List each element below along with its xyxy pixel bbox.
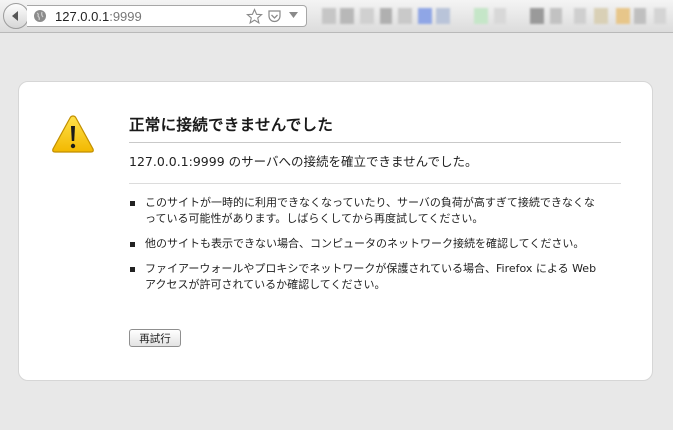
bullet [130,267,135,272]
dropmarker-icon[interactable] [289,12,298,19]
suggestion-text: このサイトが一時的に利用できなくなっていたり、サーバの負荷が高すぎて接続できなく… [145,196,595,225]
blurred-bookmarks [318,6,673,28]
suggestion-text: ファイアーウォールやプロキシでネットワークが保護されている場合、Firefox … [145,262,597,291]
globe-icon [34,10,46,22]
error-title: 正常に接続できませんでした [129,113,621,143]
suggestion-list: このサイトが一時的に利用できなくなっていたり、サーバの負荷が高すぎて接続できなく… [129,195,599,302]
retry-button[interactable]: 再試行 [129,329,181,347]
list-item: 他のサイトも表示できない場合、コンピュータのネットワーク接続を確認してください。 [129,236,599,252]
url-text: 127.0.0.1:9999 [55,9,142,24]
url-host: 127.0.0.1 [55,9,110,24]
suggestion-text: 他のサイトも表示できない場合、コンピュータのネットワーク接続を確認してください。 [145,237,585,250]
bullet [130,201,135,206]
divider [129,183,621,184]
bookmark-star-icon[interactable] [246,8,263,25]
back-arrow-icon [12,11,18,21]
back-button[interactable] [3,3,29,29]
url-bar[interactable]: 127.0.0.1:9999 [27,5,307,27]
url-port: :9999 [109,9,142,24]
list-item: このサイトが一時的に利用できなくなっていたり、サーバの負荷が高すぎて接続できなく… [129,195,599,227]
browser-toolbar: 127.0.0.1:9999 [0,0,673,33]
list-item: ファイアーウォールやプロキシでネットワークが保護されている場合、Firefox … [129,261,599,293]
error-description: 127.0.0.1:9999 のサーバへの接続を確立できませんでした。 [129,154,478,169]
pocket-icon[interactable] [267,9,282,24]
bullet [130,242,135,247]
error-card: 正常に接続できませんでした 127.0.0.1:9999 のサーバへの接続を確立… [18,81,653,381]
warning-icon [52,115,94,153]
